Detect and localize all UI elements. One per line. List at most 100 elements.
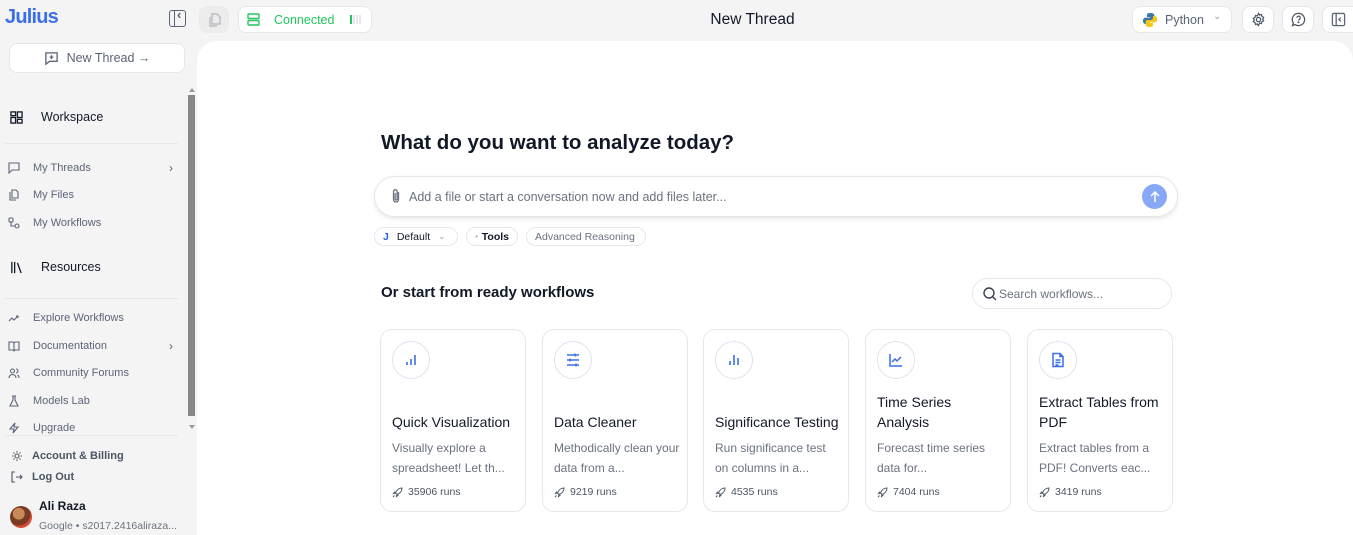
sliders-icon <box>567 353 579 367</box>
arrow-up-icon <box>1149 190 1160 202</box>
library-icon <box>11 261 22 273</box>
flask-icon <box>9 395 19 407</box>
model-label: Default <box>396 230 431 243</box>
scrollbar-thumb[interactable] <box>188 95 195 416</box>
scroll-down-arrow[interactable] <box>189 425 195 429</box>
main-panel: What do you want to analyze today? J Def… <box>197 41 1353 535</box>
server-icon <box>247 13 260 26</box>
tools-button[interactable]: Tools <box>466 227 518 246</box>
new-thread-icon <box>44 51 58 65</box>
divider <box>5 298 178 299</box>
resources-heading: Resources <box>10 260 101 274</box>
card-icon-circle <box>554 341 592 379</box>
trending-icon <box>8 315 19 322</box>
card-icon-circle <box>715 341 753 379</box>
user-name: Ali Raza <box>39 499 86 513</box>
prompt-input[interactable] <box>409 185 1129 209</box>
card-title: Data Cleaner <box>554 414 637 430</box>
chevron-right-icon[interactable]: › <box>169 339 173 353</box>
rocket-icon <box>877 486 888 498</box>
bar-chart-icon <box>729 355 739 365</box>
line-chart-icon <box>889 354 902 367</box>
julius-logo[interactable]: Julius <box>5 6 59 29</box>
model-selector[interactable]: J Default ⌄ <box>374 227 458 246</box>
help-chat-icon <box>1290 12 1305 27</box>
bar-chart-icon <box>406 355 416 365</box>
language-label: Python <box>1165 13 1204 27</box>
workflow-search[interactable] <box>972 278 1172 309</box>
card-runs: 35906 runs <box>392 486 461 498</box>
new-thread-label: New Thread → <box>66 51 151 65</box>
chevron-right-icon[interactable]: › <box>169 161 173 175</box>
card-description: Forecast time series data for... <box>877 441 986 475</box>
account-billing-link[interactable]: Account & Billing <box>11 450 124 462</box>
sidebar-item-documentation[interactable]: Documentation › <box>8 337 173 355</box>
sidebar: Julius New Thread → Workspace My Threads… <box>0 0 197 535</box>
divider <box>5 435 178 436</box>
sidebar-item-upgrade[interactable]: Upgrade <box>8 419 173 435</box>
chevron-down-icon: ⌄ <box>438 231 446 241</box>
card-runs: 4535 runs <box>715 486 778 498</box>
rocket-icon <box>715 486 726 498</box>
paperclip-icon[interactable] <box>389 188 403 205</box>
card-description: Methodically clean your data from a... <box>554 441 680 475</box>
headline: What do you want to analyze today? <box>381 131 735 154</box>
panel-toggle-icon <box>1331 12 1345 27</box>
workflow-card-data-cleaner[interactable]: Data Cleaner Methodically clean your dat… <box>542 329 688 512</box>
sidebar-item-community-forums[interactable]: Community Forums <box>8 364 173 382</box>
rocket-icon <box>554 486 565 498</box>
workflow-card-quick-visualization[interactable]: Quick Visualization Visually explore a s… <box>380 329 526 512</box>
workspace-heading: Workspace <box>10 110 103 124</box>
settings-button[interactable] <box>1242 6 1274 33</box>
connection-status[interactable]: Connected <box>238 6 372 33</box>
advanced-reasoning-toggle[interactable]: Advanced Reasoning <box>526 227 646 246</box>
workflows-heading: Or start from ready workflows <box>381 284 595 301</box>
log-out-icon <box>11 471 23 483</box>
card-description: Visually explore a spreadsheet! Let th..… <box>392 441 505 475</box>
users-icon <box>8 368 20 379</box>
card-runs: 3419 runs <box>1039 486 1102 498</box>
wrench-icon <box>475 235 478 238</box>
chevron-down-icon: ⌄ <box>1213 11 1222 22</box>
card-icon-circle <box>1039 341 1077 379</box>
search-workflows-input[interactable] <box>999 284 1159 304</box>
scroll-up-arrow[interactable] <box>189 88 195 92</box>
gear-icon <box>1252 12 1264 27</box>
workflow-icon <box>8 217 20 229</box>
model-badge: J <box>383 230 389 243</box>
card-description: Extract tables from a PDF! Converts eac.… <box>1039 441 1151 475</box>
card-title: Significance Testing <box>715 414 839 430</box>
collapse-sidebar-button[interactable] <box>169 7 186 27</box>
rocket-icon <box>392 486 403 498</box>
card-runs: 9219 runs <box>554 486 617 498</box>
user-profile[interactable]: Ali Raza Google • s2017.2416aliraza... <box>10 497 195 535</box>
sidebar-item-my-threads[interactable]: My Threads › <box>8 159 173 177</box>
copy-button[interactable] <box>199 6 229 33</box>
sidebar-item-my-workflows[interactable]: My Workflows <box>8 214 173 232</box>
toggle-right-panel-button[interactable] <box>1322 6 1353 33</box>
sidebar-nav: Workspace My Threads › My Files My Workf… <box>0 85 197 435</box>
new-thread-button[interactable]: New Thread → <box>9 43 185 73</box>
sidebar-item-models-lab[interactable]: Models Lab <box>8 392 173 410</box>
card-title: Extract Tables from PDF <box>1039 394 1159 430</box>
sidebar-item-explore-workflows[interactable]: Explore Workflows <box>8 309 173 327</box>
language-selector[interactable]: Python ⌄ <box>1132 6 1232 33</box>
sidebar-item-my-files[interactable]: My Files <box>8 186 173 204</box>
workflow-card-significance-testing[interactable]: Significance Testing Run significance te… <box>703 329 849 512</box>
log-out-link[interactable]: Log Out <box>11 471 74 483</box>
chat-bubble-icon <box>8 162 20 174</box>
prompt-box <box>374 176 1178 217</box>
help-button[interactable] <box>1282 6 1314 33</box>
workflow-card-time-series-analysis[interactable]: Time Series Analysis Forecast time serie… <box>865 329 1011 512</box>
card-runs: 7404 runs <box>877 486 940 498</box>
send-button[interactable] <box>1142 184 1167 209</box>
connection-label: Connected <box>274 13 335 27</box>
document-icon <box>1052 352 1064 368</box>
avatar <box>10 506 32 528</box>
search-icon <box>983 287 997 301</box>
workflow-card-extract-tables-from-pdf[interactable]: Extract Tables from PDF Extract tables f… <box>1027 329 1173 512</box>
sidebar-scrollbar[interactable] <box>187 88 196 434</box>
zap-icon <box>8 422 20 434</box>
card-icon-circle <box>392 341 430 379</box>
gear-icon <box>12 451 22 461</box>
